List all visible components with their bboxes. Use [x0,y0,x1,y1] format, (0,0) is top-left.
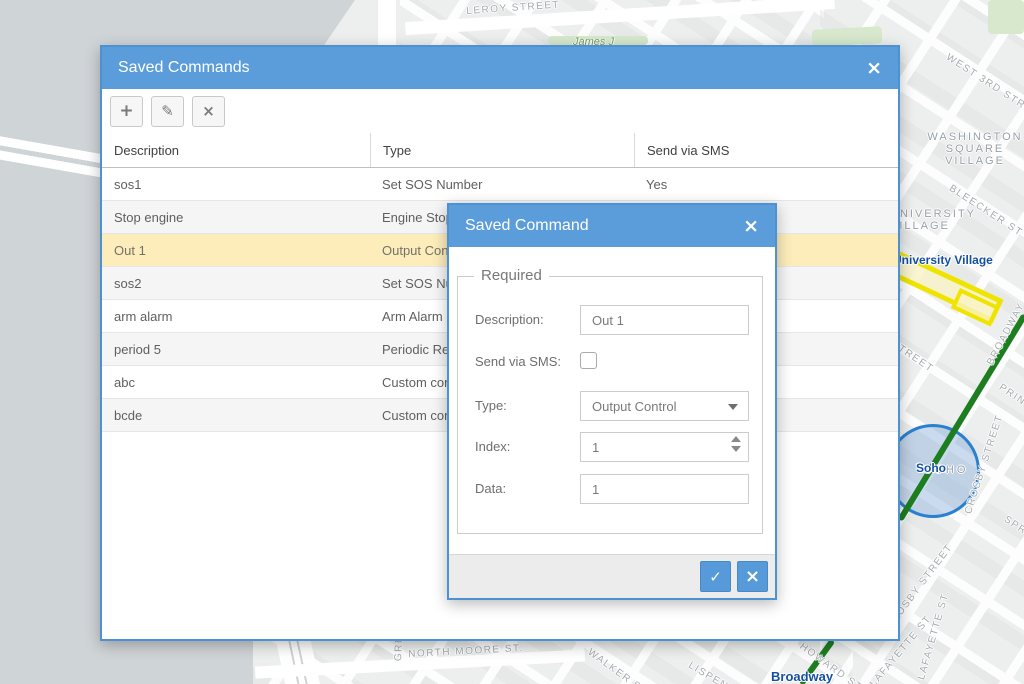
send-via-sms-label: Send via SMS: [475,354,561,369]
type-label: Type: [475,398,507,413]
cell-description: period 5 [102,333,370,365]
saved-command-footer: ✓ × [449,554,775,598]
spinner-down-icon[interactable] [731,446,741,452]
cell-description: bcde [102,399,370,431]
cancel-button[interactable]: × [737,561,768,592]
index-field[interactable] [580,432,749,462]
delete-command-button[interactable]: × [192,96,225,127]
cell-type: Set SOS Number [370,168,634,200]
edit-command-button[interactable]: ✎ [151,96,184,127]
index-label: Index: [475,439,510,454]
send-via-sms-checkbox[interactable] [580,352,597,369]
app-window: LEROY STREET GREENWICH ST WEST 3RD STREE… [0,0,1024,684]
saved-commands-title: Saved Commands [118,59,250,77]
close-icon[interactable]: × [743,217,759,236]
area-label-washington-square-village: WASHINGTON SQUARE VILLAGE [925,131,1024,167]
type-dropdown-value: Output Control [592,399,677,414]
pencil-icon: ✎ [161,102,174,120]
data-field[interactable] [580,474,749,504]
saved-commands-titlebar[interactable]: Saved Commands × [102,47,898,89]
spinner-up-icon[interactable] [731,436,741,442]
column-header-type[interactable]: Type [370,133,634,167]
poi-label-soho: Soho [916,461,946,475]
data-label: Data: [475,481,506,496]
index-spinner[interactable] [731,436,743,452]
column-header-description[interactable]: Description [102,133,370,167]
cell-description: sos1 [102,168,370,200]
saved-command-form: Required Description: Send via SMS: Type… [449,247,775,554]
column-header-send-via-sms[interactable]: Send via SMS [634,133,898,167]
cell-description: arm alarm [102,300,370,332]
x-icon: × [745,566,760,587]
check-icon: ✓ [709,568,722,586]
close-icon[interactable]: × [866,59,882,78]
saved-command-dialog: Saved Command × Required Description: Se… [447,203,777,600]
chevron-down-icon [728,404,738,410]
cell-description: abc [102,366,370,398]
saved-command-titlebar[interactable]: Saved Command × [449,205,775,247]
cell-send-via-sms: Yes [634,168,898,200]
park-area [988,0,1024,34]
description-label: Description: [475,312,544,327]
ok-button[interactable]: ✓ [700,561,731,592]
cell-description: Out 1 [102,234,370,266]
x-icon: × [202,102,215,120]
saved-command-title: Saved Command [465,217,589,235]
type-dropdown[interactable]: Output Control [580,391,749,421]
cell-description: sos2 [102,267,370,299]
area-label-university-village: UNIVERSITY VILLAGE [890,208,980,232]
add-command-button[interactable]: + [110,96,143,127]
table-row[interactable]: sos1Set SOS NumberYes [102,168,898,201]
fieldset-legend: Required [474,267,549,284]
commands-toolbar: + ✎ × [102,89,898,133]
road [378,0,396,46]
cell-description: Stop engine [102,201,370,233]
plus-icon: + [119,101,133,121]
description-field[interactable] [580,305,749,335]
poi-label-university-village: University Village [893,253,993,267]
commands-table-header: Description Type Send via SMS [102,133,898,168]
poi-label-broadway: Broadway [771,669,833,684]
